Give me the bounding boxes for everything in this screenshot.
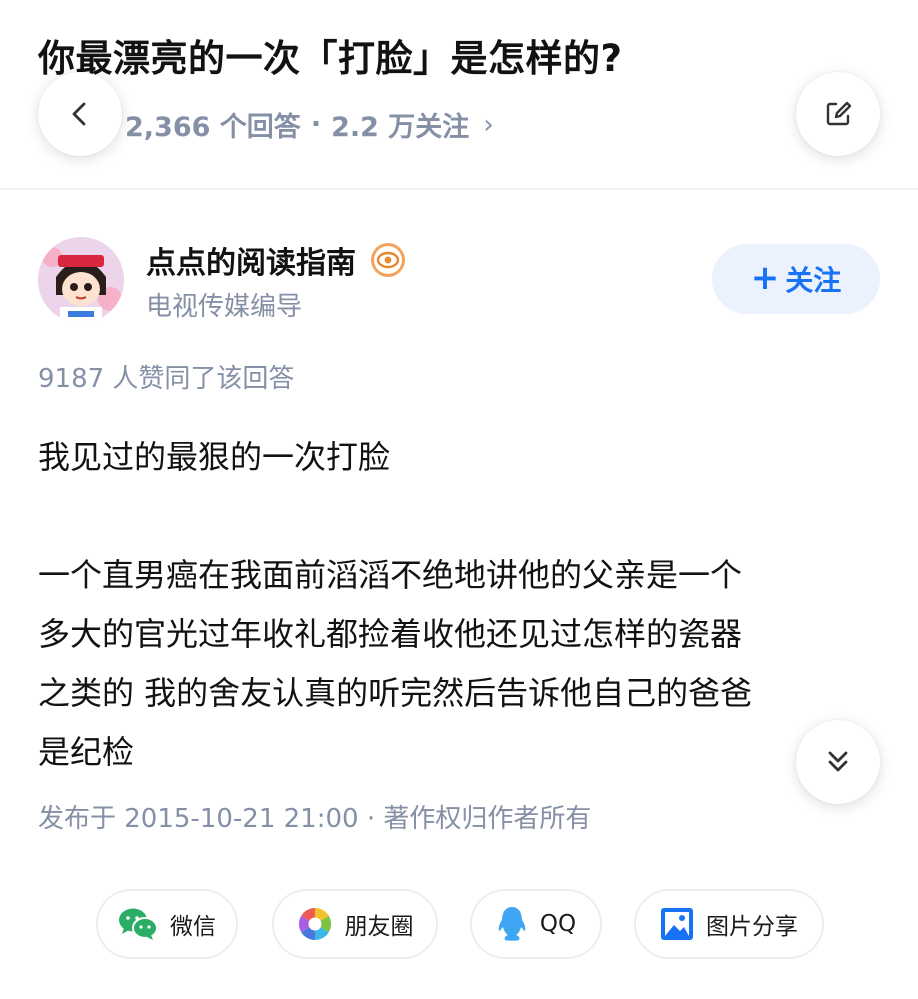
double-chevron-down-icon (828, 751, 848, 772)
chevron-left-icon (72, 102, 86, 126)
stats-separator: · (310, 109, 322, 140)
answer-line: 之类的 我的舍友认真的听完然后告诉他自己的爸爸 (38, 674, 753, 712)
share-wechat-button[interactable]: 微信 (96, 889, 238, 959)
question-stats[interactable]: 2,366 个回答 · 2.2 万关注 › (125, 105, 494, 144)
follower-count: 2.2 万关注 (331, 112, 470, 143)
next-answer-button[interactable] (796, 720, 880, 804)
wechat-icon (119, 908, 158, 940)
image-icon (661, 908, 693, 940)
publish-info: 发布于 2015-10-21 21:00 · 著作权归作者所有 (38, 804, 592, 834)
share-qq-button[interactable]: QQ (470, 889, 602, 959)
edit-icon (826, 101, 852, 126)
chevron-right-icon: › (483, 109, 494, 140)
answer-count: 2,366 个回答 (125, 112, 301, 143)
plus-icon: + (750, 257, 780, 298)
answer-page: 你最漂亮的一次「打脸」是怎样的? 2,366 个回答 · 2.2 万关注 › 点… (0, 0, 918, 999)
share-wechat-label: 微信 (170, 914, 216, 940)
share-image-label: 图片分享 (706, 914, 798, 940)
share-image-button[interactable]: 图片分享 (634, 889, 824, 959)
vote-count: 9187 人赞同了该回答 (38, 364, 295, 394)
qq-penguin-icon (498, 907, 526, 941)
question-title[interactable]: 你最漂亮的一次「打脸」是怎样的? (38, 28, 622, 82)
write-answer-button[interactable] (796, 72, 880, 156)
follow-button[interactable]: + 关注 (712, 244, 880, 314)
follow-label: 关注 (785, 264, 842, 297)
answer-paragraph: 我见过的最狠的一次打脸 (38, 438, 391, 476)
author-description: 电视传媒编导 (146, 292, 303, 322)
share-moments-label: 朋友圈 (344, 914, 414, 940)
answer-content[interactable]: 我见过的最狠的一次打脸 一个直男癌在我面前滔滔不绝地讲他的父亲是一个 多大的官光… (38, 428, 884, 782)
share-moments-button[interactable]: 朋友圈 (272, 889, 438, 959)
author-name[interactable]: 点点的阅读指南 (146, 238, 406, 282)
header-divider (0, 188, 918, 190)
answer-line: 一个直男癌在我面前滔滔不绝地讲他的父亲是一个 (38, 556, 743, 594)
back-button[interactable] (38, 72, 122, 156)
answer-line: 是纪检 (38, 733, 135, 771)
moments-icon (297, 907, 332, 941)
author-avatar[interactable] (38, 237, 124, 323)
share-qq-label: QQ (539, 911, 577, 937)
eye-badge-icon (370, 242, 406, 278)
answer-line: 多大的官光过年收礼都捡着收他还见过怎样的瓷器 (38, 615, 743, 653)
author-name-text: 点点的阅读指南 (146, 246, 356, 281)
